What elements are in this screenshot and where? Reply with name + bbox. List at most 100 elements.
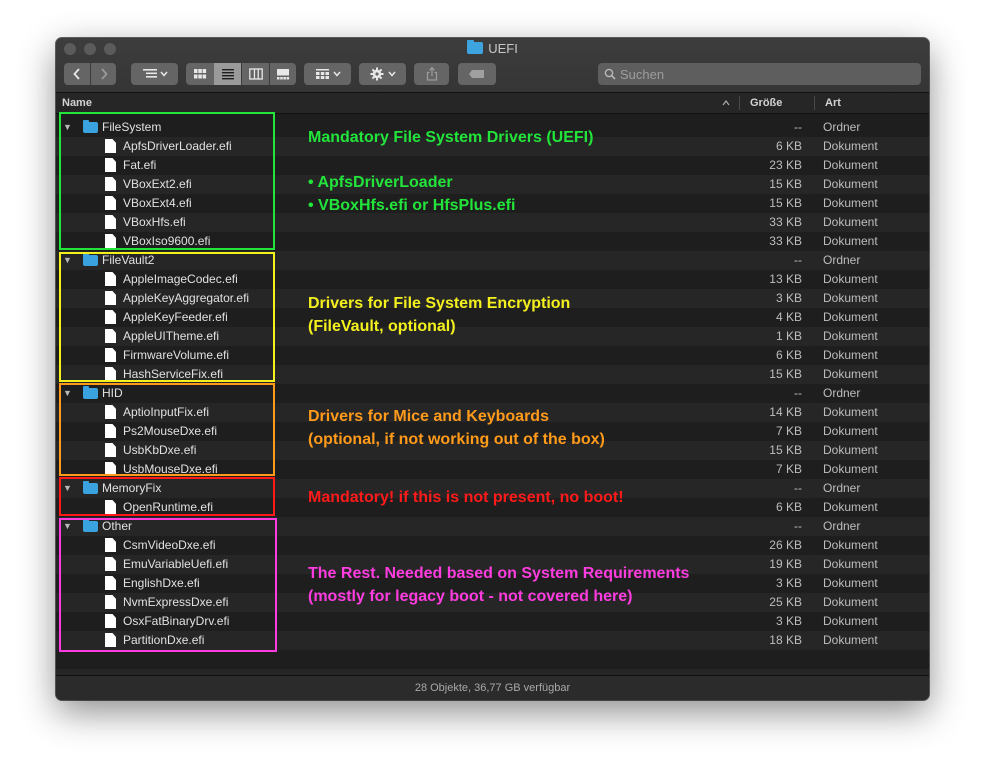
back-button[interactable] xyxy=(64,63,90,85)
file-kind: Dokument xyxy=(823,196,878,210)
filevault-annotation: Drivers for File System Encryption (File… xyxy=(308,292,570,338)
gear-icon xyxy=(370,67,396,81)
group-by-button[interactable] xyxy=(131,63,178,85)
file-size: 14 KB xyxy=(769,405,802,419)
file-size: 6 KB xyxy=(775,348,802,362)
file-size: 6 KB xyxy=(775,500,802,514)
file-size: -- xyxy=(794,386,802,400)
file-size: 3 KB xyxy=(775,291,802,305)
filesystem-annotation-line2: • ApfsDriverLoader xyxy=(308,174,453,191)
list-view-button[interactable] xyxy=(214,63,241,85)
file-size: 19 KB xyxy=(769,557,802,571)
file-kind: Dokument xyxy=(823,405,878,419)
status-text: 28 Objekte, 36,77 GB verfügbar xyxy=(414,682,571,694)
arrange-grid-icon xyxy=(315,69,341,79)
file-size: 15 KB xyxy=(769,196,802,210)
chevron-right-icon xyxy=(100,68,108,80)
gallery-icon xyxy=(277,69,290,80)
file-kind: Ordner xyxy=(823,481,861,495)
memoryfix-group-box xyxy=(59,477,275,516)
column-name-header[interactable]: Name xyxy=(62,97,92,109)
gallery-view-button[interactable] xyxy=(270,63,296,85)
hid-group-box xyxy=(59,383,275,476)
other-annotation: The Rest. Needed based on System Require… xyxy=(308,562,689,608)
file-size: 1 KB xyxy=(775,329,802,343)
filevault-annotation-line1: Drivers for File System Encryption xyxy=(308,295,571,312)
file-size: 6 KB xyxy=(775,139,802,153)
file-size: -- xyxy=(794,120,802,134)
empty-row xyxy=(56,650,929,669)
file-kind: Dokument xyxy=(823,462,878,476)
file-kind: Dokument xyxy=(823,291,878,305)
action-menu-button[interactable] xyxy=(359,63,406,85)
column-kind-header[interactable]: Art xyxy=(825,97,841,109)
file-kind: Dokument xyxy=(823,272,878,286)
file-size: 26 KB xyxy=(769,538,802,552)
file-kind: Dokument xyxy=(823,348,878,362)
file-size: 7 KB xyxy=(775,424,802,438)
file-size: 23 KB xyxy=(769,158,802,172)
sort-ascending-icon[interactable] xyxy=(722,100,730,106)
column-header: Name Größe Art xyxy=(56,93,929,114)
file-kind: Dokument xyxy=(823,329,878,343)
view-mode-control xyxy=(186,63,296,85)
file-kind: Dokument xyxy=(823,158,878,172)
tag-icon xyxy=(469,70,484,78)
file-kind: Ordner xyxy=(823,120,861,134)
window-title-area: UEFI xyxy=(56,40,929,56)
file-size: 13 KB xyxy=(769,272,802,286)
file-kind: Dokument xyxy=(823,557,878,571)
filesystem-annotation-line1: Mandatory File System Drivers (UEFI) xyxy=(308,129,594,146)
file-kind: Dokument xyxy=(823,500,878,514)
column-size-header[interactable]: Größe xyxy=(750,97,782,109)
file-kind: Dokument xyxy=(823,139,878,153)
file-kind: Dokument xyxy=(823,538,878,552)
file-size: 33 KB xyxy=(769,234,802,248)
file-kind: Dokument xyxy=(823,595,878,609)
file-size: 3 KB xyxy=(775,614,802,628)
file-kind: Ordner xyxy=(823,519,861,533)
memoryfix-annotation: Mandatory! if this is not present, no bo… xyxy=(308,486,624,509)
share-icon xyxy=(426,67,437,81)
tags-button[interactable] xyxy=(458,63,496,85)
file-size: 4 KB xyxy=(775,310,802,324)
file-size: 15 KB xyxy=(769,177,802,191)
file-size: 33 KB xyxy=(769,215,802,229)
file-size: 15 KB xyxy=(769,443,802,457)
forward-button[interactable] xyxy=(91,63,116,85)
filesystem-annotation: Mandatory File System Drivers (UEFI) • A… xyxy=(308,126,593,217)
navigation-buttons xyxy=(64,63,116,85)
file-kind: Dokument xyxy=(823,215,878,229)
hid-annotation-line2: (optional, if not working out of the box… xyxy=(308,431,605,448)
share-button[interactable] xyxy=(414,63,449,85)
icon-view-button[interactable] xyxy=(186,63,213,85)
search-placeholder: Suchen xyxy=(620,67,665,82)
search-field[interactable]: Suchen xyxy=(598,63,921,85)
search-icon xyxy=(604,68,616,80)
column-view-button[interactable] xyxy=(242,63,269,85)
filevault-annotation-line2: (FileVault, optional) xyxy=(308,318,456,335)
title-bar: UEFI Suchen xyxy=(56,38,929,93)
file-kind: Dokument xyxy=(823,633,878,647)
file-size: -- xyxy=(794,481,802,495)
file-kind: Dokument xyxy=(823,310,878,324)
filesystem-annotation-line3: • VBoxHfs.efi or HfsPlus.efi xyxy=(308,197,516,214)
chevron-left-icon xyxy=(73,68,80,80)
other-annotation-line1: The Rest. Needed based on System Require… xyxy=(308,565,690,582)
file-size: 18 KB xyxy=(769,633,802,647)
file-kind: Dokument xyxy=(823,576,878,590)
file-size: -- xyxy=(794,253,802,267)
file-kind: Dokument xyxy=(823,234,878,248)
arrange-button[interactable] xyxy=(304,63,351,85)
folder-icon xyxy=(467,40,484,54)
file-size: -- xyxy=(794,519,802,533)
hid-annotation-line1: Drivers for Mice and Keyboards xyxy=(308,408,549,425)
file-kind: Dokument xyxy=(823,443,878,457)
file-kind: Ordner xyxy=(823,253,861,267)
list-group-icon xyxy=(142,69,168,78)
file-kind: Dokument xyxy=(823,614,878,628)
file-size: 15 KB xyxy=(769,367,802,381)
filevault-group-box xyxy=(59,252,275,382)
file-kind: Dokument xyxy=(823,424,878,438)
memoryfix-annotation-line1: Mandatory! if this is not present, no bo… xyxy=(308,489,624,506)
